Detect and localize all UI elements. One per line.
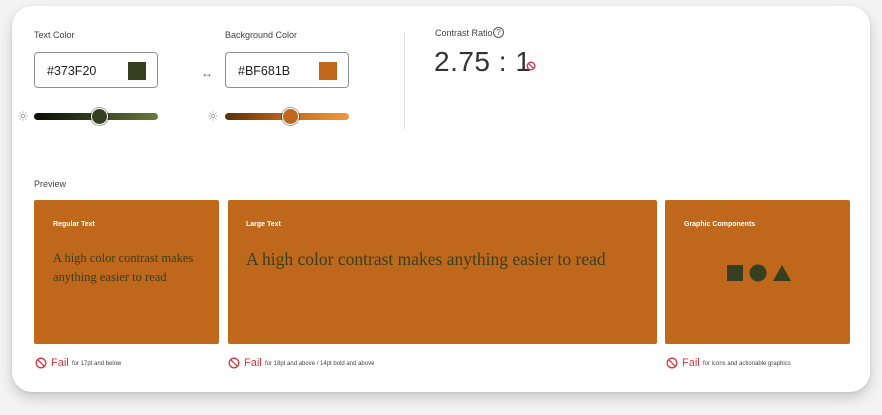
graphic-components-title: Graphic Components [684, 221, 756, 228]
result-description: for 17pt and below [72, 361, 122, 367]
graphic-shapes [727, 264, 791, 282]
background-color-value: #BF681B [238, 64, 291, 78]
contrast-ratio-label: Contrast Ratio [435, 28, 493, 38]
background-color-swatch[interactable] [319, 62, 337, 80]
fail-icon [35, 357, 47, 369]
brightness-icon [18, 111, 28, 121]
preview-graphic-components-panel: Graphic Components [665, 200, 850, 344]
fail-icon [228, 357, 240, 369]
large-text-title: Large Text [246, 221, 281, 228]
fail-icon [526, 61, 536, 71]
background-color-label: Background Color [225, 30, 298, 40]
background-color-slider-thumb[interactable] [282, 108, 300, 125]
background-color-brightness-slider[interactable] [225, 108, 349, 125]
brightness-icon [208, 111, 218, 121]
contrast-checker-card: Text Color #373F20 ↔ Background Color #B… [12, 6, 870, 392]
circle-shape [749, 264, 767, 282]
help-icon[interactable]: ? [493, 27, 504, 38]
text-color-value: #373F20 [47, 64, 97, 78]
swap-colors-icon[interactable]: ↔ [200, 67, 214, 79]
square-shape [727, 265, 743, 281]
text-color-swatch[interactable] [128, 62, 146, 80]
text-color-slider-thumb[interactable] [91, 108, 109, 125]
large-text-sample: A high color contrast makes anything eas… [246, 249, 606, 269]
result-status: Fail [682, 357, 700, 369]
regular-text-sample: A high color contrast makes anything eas… [53, 251, 194, 284]
vertical-divider [404, 32, 405, 129]
text-color-brightness-slider[interactable] [34, 108, 158, 125]
result-status: Fail [244, 357, 262, 369]
result-status: Fail [51, 357, 69, 369]
fail-icon [666, 357, 678, 369]
triangle-shape [773, 265, 791, 281]
contrast-ratio-value: 2.75 : 1 [434, 46, 532, 77]
text-color-label: Text Color [34, 30, 75, 40]
preview-large-text-panel: Large Text A high color contrast makes a… [228, 200, 657, 344]
background-color-input[interactable]: #BF681B [225, 52, 349, 88]
preview-label: Preview [34, 179, 67, 189]
result-description: for 18pt and above / 14pt bold and above [265, 361, 375, 367]
preview-regular-text-panel: Regular Text A high color contrast makes… [34, 200, 219, 344]
regular-text-title: Regular Text [53, 221, 95, 228]
result-description: for icons and actionable graphics [703, 361, 791, 367]
text-color-input[interactable]: #373F20 [34, 52, 158, 88]
